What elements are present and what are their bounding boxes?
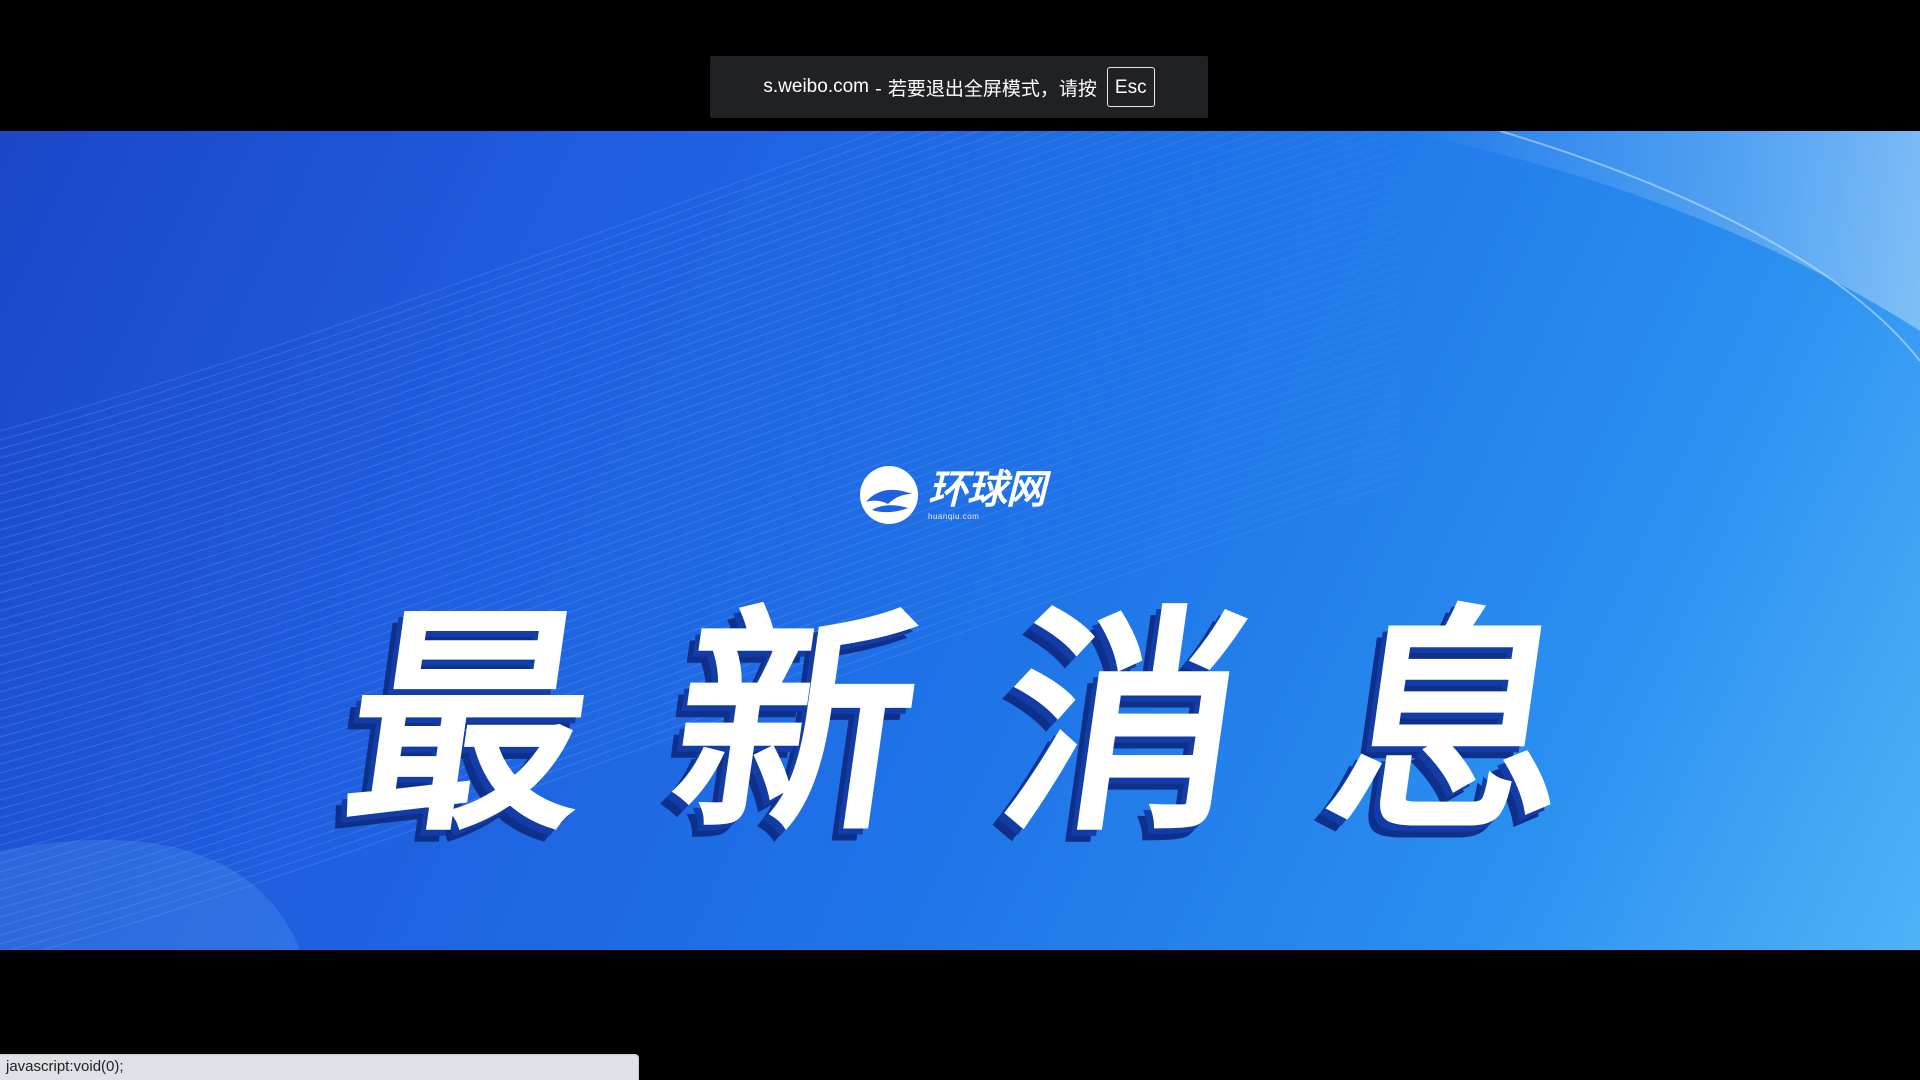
headline-char-1: 最 bbox=[330, 587, 608, 864]
wave-line bbox=[0, 131, 931, 450]
logo-text: 环球网 bbox=[928, 466, 1046, 513]
fullscreen-exit-notice: s.weibo.com - 若要退出全屏模式，请按 Esc bbox=[710, 56, 1208, 118]
headline-latest-news: 最 新 消 息 bbox=[331, 586, 1590, 866]
wave-line bbox=[0, 131, 1083, 504]
esc-key-hint: Esc bbox=[1106, 67, 1155, 107]
headline-char-2: 新 bbox=[657, 587, 935, 864]
wave-line bbox=[0, 131, 1375, 603]
wave-line bbox=[0, 131, 1032, 486]
wave-line bbox=[0, 131, 1134, 522]
huanqiu-logo: 环球网 huanqiu.com bbox=[858, 462, 1064, 528]
link-status-bar: javascript:void(0); bbox=[0, 1054, 639, 1080]
headline-char-4: 息 bbox=[1312, 587, 1590, 864]
logo-subtext: huanqiu.com bbox=[928, 511, 980, 521]
notice-message: - 若要退出全屏模式，请按 bbox=[875, 77, 1097, 100]
headline-char-3: 消 bbox=[985, 587, 1263, 864]
fullscreen-video-screen: s.weibo.com - 若要退出全屏模式，请按 Esc 环球网 huanqi… bbox=[0, 0, 1920, 1080]
video-player[interactable]: 环球网 huanqiu.com 最 新 消 息 bbox=[0, 131, 1920, 950]
globe-logo-icon bbox=[860, 466, 918, 524]
notice-host: s.weibo.com bbox=[763, 76, 869, 97]
wave-line bbox=[0, 131, 1292, 576]
